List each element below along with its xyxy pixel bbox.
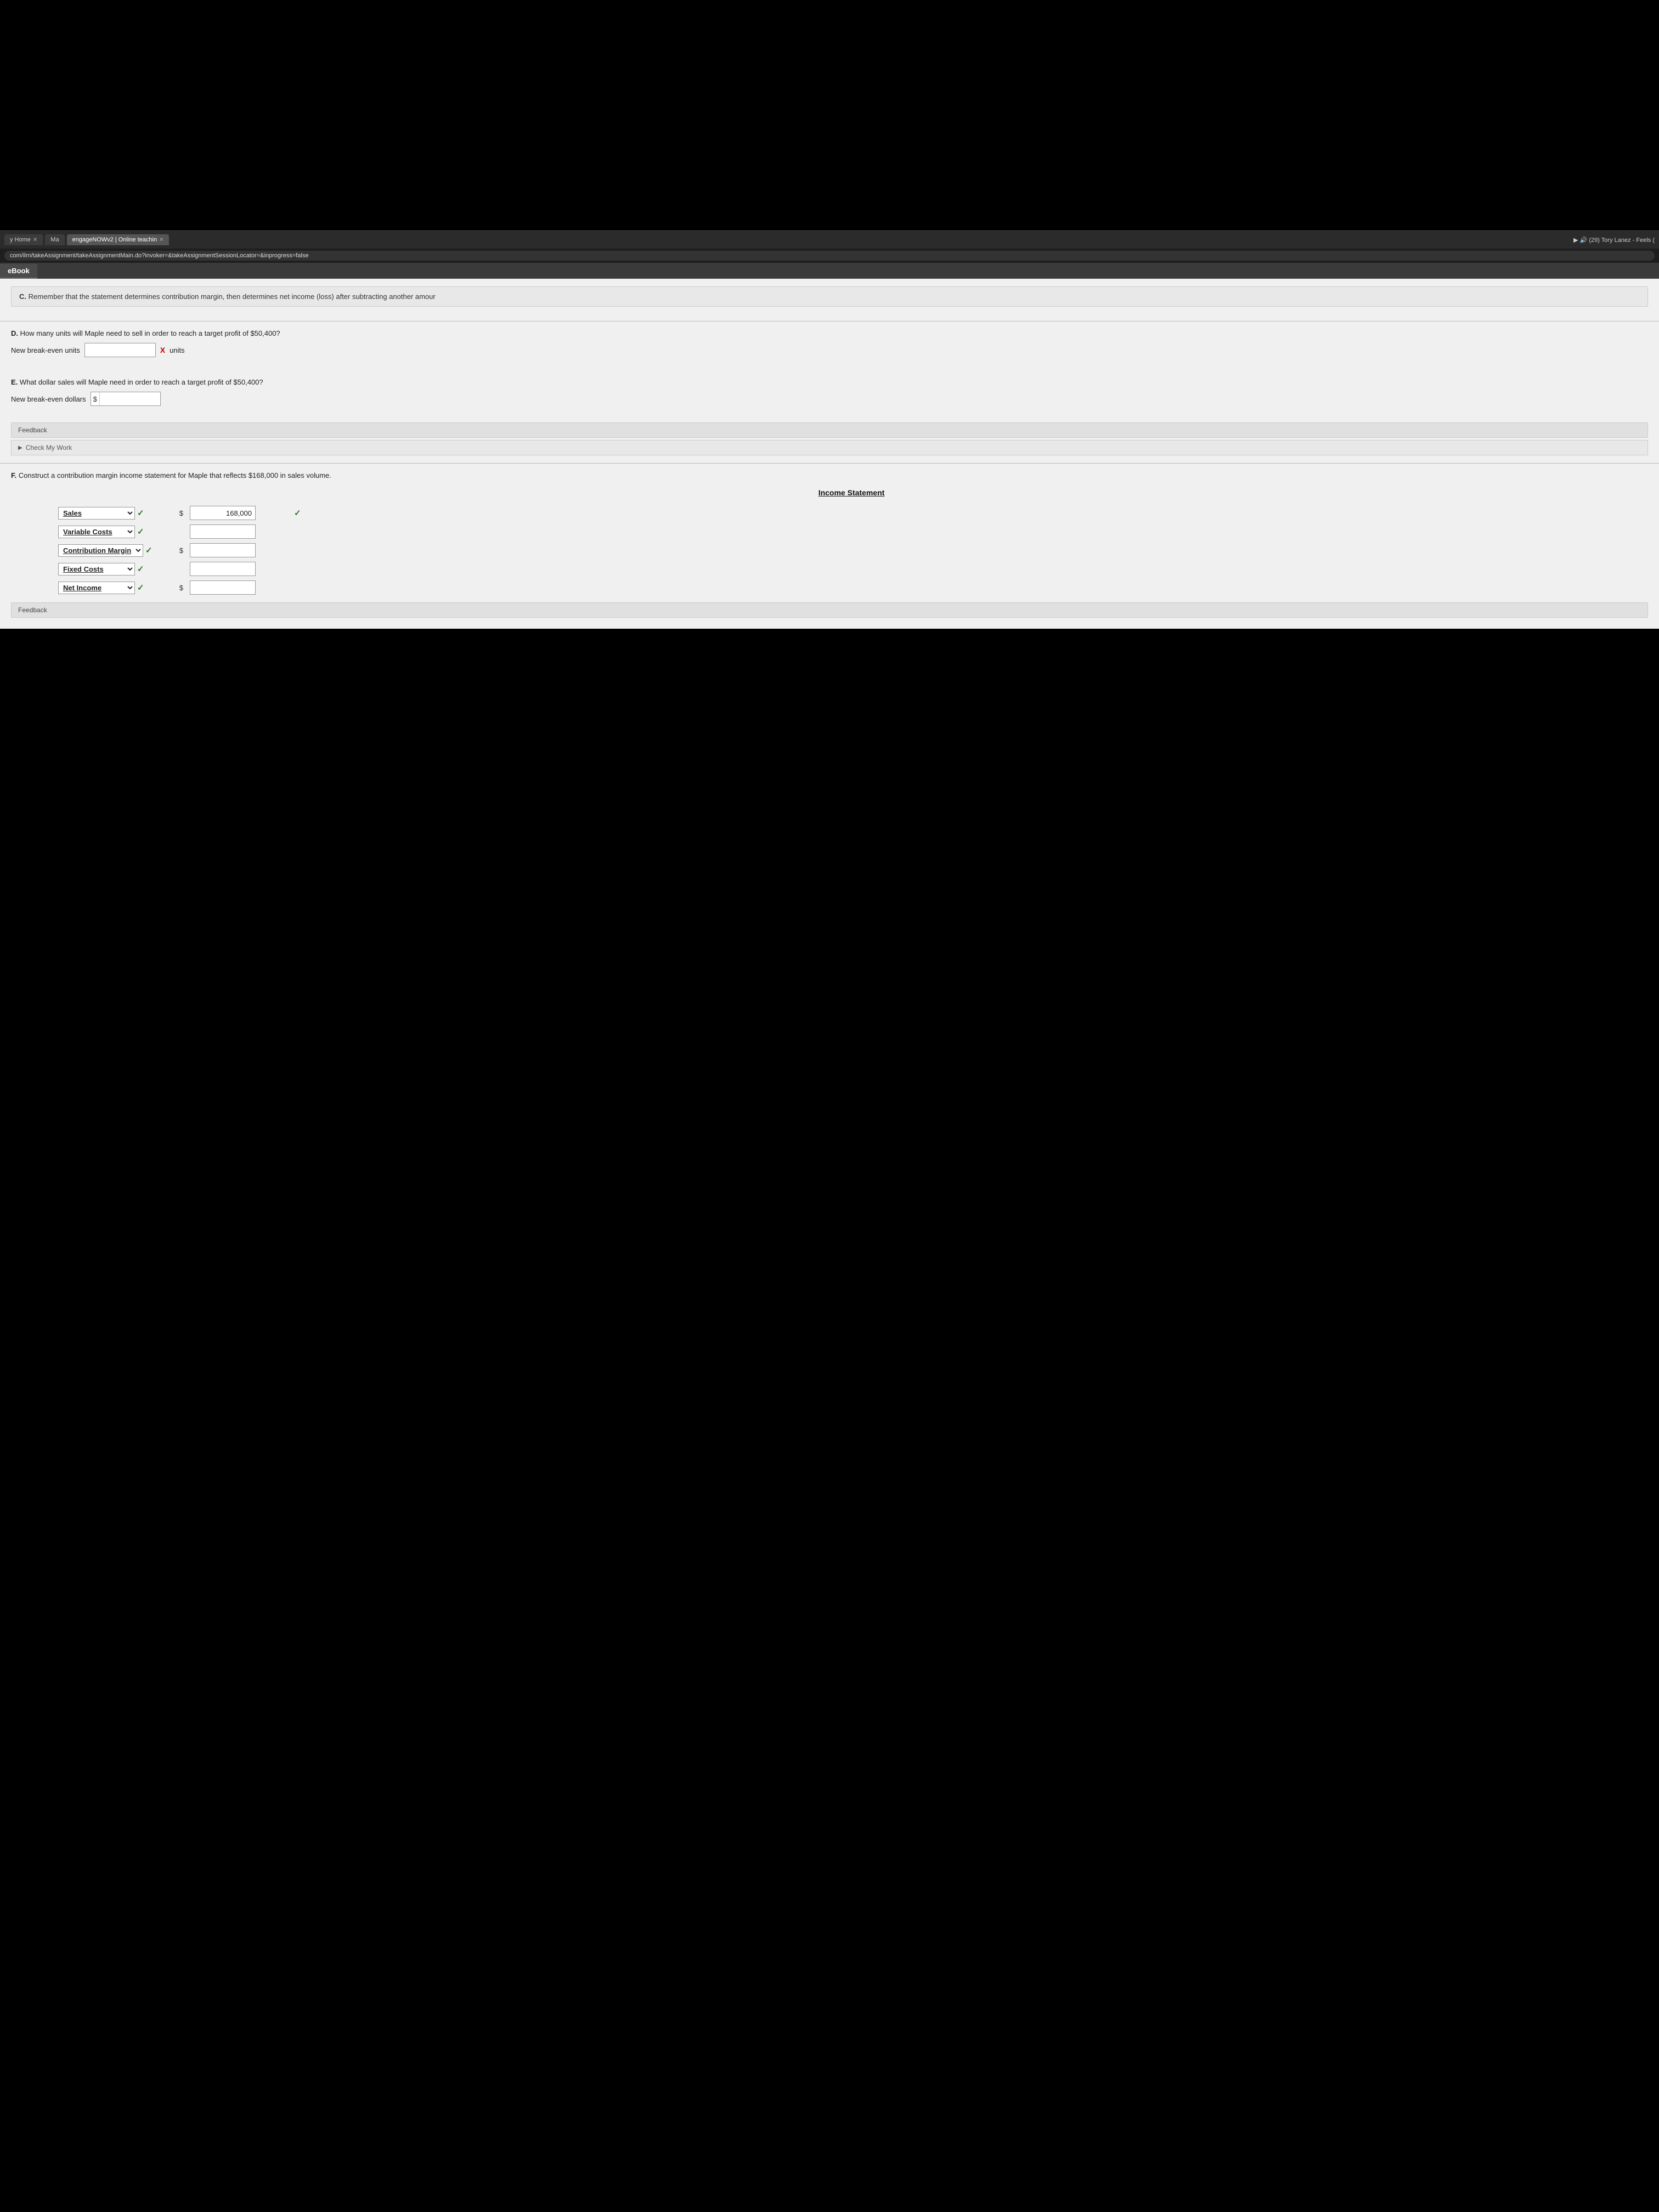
income-statement-title: Income Statement: [55, 488, 1648, 497]
question-f-section: F. Construct a contribution margin incom…: [0, 464, 1659, 629]
income-row-1: Variable Costs✓: [55, 522, 307, 541]
income-row-label-check-1: ✓: [137, 527, 144, 537]
income-row-2: Contribution Margin✓ $: [55, 541, 307, 560]
dollar-input-wrap: $: [91, 392, 161, 406]
dollar-prefix: $: [91, 392, 100, 405]
media-controls: ▶ 🔊 (29) Tory Lanez - Feels (: [1573, 236, 1655, 244]
income-row-label-cell-4: Net Income✓: [55, 578, 176, 597]
tab-ma[interactable]: Ma: [45, 234, 64, 245]
feedback-section: Feedback ▶ Check My Work: [0, 422, 1659, 463]
break-even-dollars-input[interactable]: [100, 392, 160, 405]
bottom-feedback-box: Feedback: [11, 602, 1648, 618]
ebook-tab[interactable]: eBook: [0, 264, 37, 279]
income-row-label-check-4: ✓: [137, 583, 144, 592]
tab-home-close[interactable]: ✕: [33, 237, 37, 243]
income-row-value-input-1[interactable]: [190, 524, 256, 539]
income-row-check-cell-0: ✓: [291, 504, 307, 522]
tab-ma-label: Ma: [50, 236, 59, 243]
question-d-label: D.: [11, 329, 18, 337]
income-statement-container: Income Statement Sales✓$✓Variable Costs✓…: [55, 488, 1648, 597]
income-row-label-wrap-2: Contribution Margin✓: [58, 544, 172, 557]
income-row-dropdown-1[interactable]: Variable Costs: [58, 526, 135, 538]
income-row-label-check-0: ✓: [137, 508, 144, 518]
units-label: units: [170, 346, 184, 354]
question-e-text: E. What dollar sales will Maple need in …: [11, 378, 1648, 386]
income-row-0: Sales✓$✓: [55, 504, 307, 522]
question-d-input-row: New break-even units X units: [11, 343, 1648, 357]
income-row-value-cell-1: [187, 522, 291, 541]
income-row-dollar-4: $: [176, 578, 187, 597]
question-e-section: E. What dollar sales will Maple need in …: [0, 370, 1659, 419]
income-row-4: Net Income✓ $: [55, 578, 307, 597]
break-even-units-label: New break-even units: [11, 346, 80, 354]
income-row-label-wrap-3: Fixed Costs✓: [58, 563, 172, 575]
check-my-work[interactable]: ▶ Check My Work: [11, 440, 1648, 455]
tab-engage-close[interactable]: ✕: [159, 237, 163, 243]
question-f-label: F.: [11, 471, 16, 479]
tab-engage-label: engageNOWv2 | Online teachin: [72, 236, 157, 243]
check-my-work-label: Check My Work: [26, 444, 72, 452]
income-table: Sales✓$✓Variable Costs✓Contribution Marg…: [55, 504, 307, 597]
income-row-label-wrap-4: Net Income✓: [58, 582, 172, 594]
hint-c-label: C.: [19, 292, 26, 301]
income-row-dollar-2: $: [176, 541, 187, 560]
income-row-value-check-0: ✓: [294, 509, 301, 518]
feedback-box: Feedback: [11, 422, 1648, 438]
dark-background: [0, 0, 1659, 230]
tab-home[interactable]: y Home ✕: [4, 234, 43, 245]
income-row-value-input-2[interactable]: [190, 543, 256, 557]
income-row-value-input-3[interactable]: [190, 562, 256, 576]
browser-chrome: y Home ✕ Ma engageNOWv2 | Online teachin…: [0, 230, 1659, 249]
income-row-label-cell-2: Contribution Margin✓: [55, 541, 176, 560]
income-row-label-cell-3: Fixed Costs✓: [55, 560, 176, 578]
income-row-dropdown-0[interactable]: Sales: [58, 507, 135, 520]
income-row-label-check-3: ✓: [137, 564, 144, 574]
question-e-label: E.: [11, 378, 18, 386]
income-row-dropdown-4[interactable]: Net Income: [58, 582, 135, 594]
tab-engage[interactable]: engageNOWv2 | Online teachin ✕: [67, 234, 170, 245]
question-d-section: D. How many units will Maple need to sel…: [0, 321, 1659, 370]
tab-home-label: y Home: [10, 236, 31, 243]
income-row-dollar-0: $: [176, 504, 187, 522]
income-row-dollar-1: [176, 522, 187, 541]
break-even-units-input[interactable]: [84, 343, 156, 357]
income-row-label-wrap-1: Variable Costs✓: [58, 526, 172, 538]
income-row-dollar-3: [176, 560, 187, 578]
income-row-3: Fixed Costs✓: [55, 560, 307, 578]
address-bar-row: com/ilrn/takeAssignment/takeAssignmentMa…: [0, 249, 1659, 263]
income-row-label-check-2: ✓: [145, 545, 153, 555]
income-row-value-cell-2: [187, 541, 291, 560]
question-d-text: D. How many units will Maple need to sel…: [11, 329, 1648, 337]
main-content: C. Remember that the statement determine…: [0, 279, 1659, 629]
address-bar[interactable]: com/ilrn/takeAssignment/takeAssignmentMa…: [4, 251, 1655, 261]
break-even-dollars-label: New break-even dollars: [11, 395, 86, 403]
income-row-value-input-4[interactable]: [190, 580, 256, 595]
income-row-label-wrap-0: Sales✓: [58, 507, 172, 520]
question-e-input-row: New break-even dollars $: [11, 392, 1648, 406]
tab-bar: y Home ✕ Ma engageNOWv2 | Online teachin…: [4, 234, 1570, 245]
income-row-dropdown-2[interactable]: Contribution Margin: [58, 544, 143, 557]
income-row-check-cell-2: [291, 541, 307, 560]
check-arrow-icon: ▶: [18, 445, 22, 451]
hint-c-box: C. Remember that the statement determine…: [11, 286, 1648, 307]
income-row-value-input-0[interactable]: [190, 506, 256, 520]
hint-c-text: Remember that the statement determines c…: [29, 292, 436, 301]
income-row-check-cell-4: [291, 578, 307, 597]
hint-c-section: C. Remember that the statement determine…: [0, 279, 1659, 321]
question-f-text: F. Construct a contribution margin incom…: [11, 471, 1648, 479]
income-row-check-cell-1: [291, 522, 307, 541]
income-row-value-cell-0: [187, 504, 291, 522]
units-error-mark: X: [160, 346, 165, 354]
income-row-value-cell-4: [187, 578, 291, 597]
income-row-check-cell-3: [291, 560, 307, 578]
income-row-dropdown-3[interactable]: Fixed Costs: [58, 563, 135, 575]
income-row-label-cell-1: Variable Costs✓: [55, 522, 176, 541]
income-row-label-cell-0: Sales✓: [55, 504, 176, 522]
income-row-value-cell-3: [187, 560, 291, 578]
